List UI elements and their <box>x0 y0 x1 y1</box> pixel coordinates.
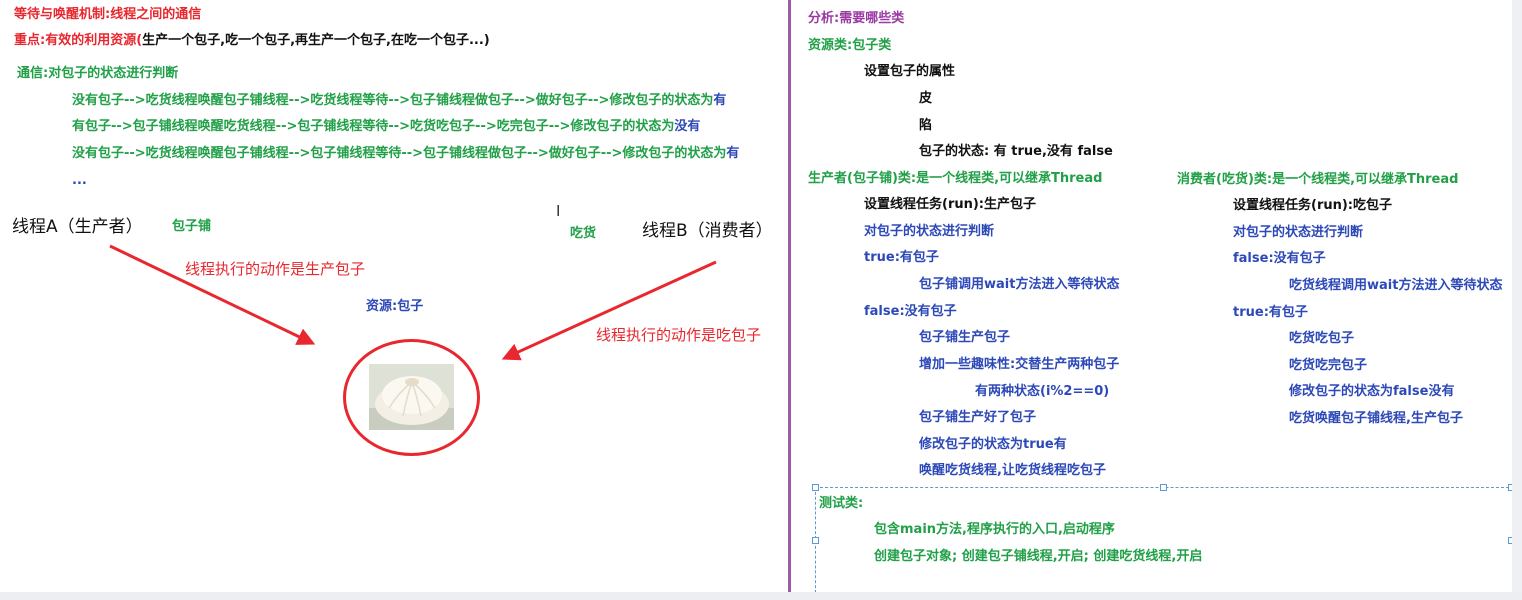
bun-state-false: false <box>1077 144 1113 159</box>
steamed-bun-image <box>369 364 454 430</box>
consumer-eat: 吃货吃包子 <box>1289 331 1355 346</box>
producer-wake: 唤醒吃货线程,让吃货线程吃包子 <box>919 463 1106 478</box>
consumer-wait: 吃货线程调用wait方法进入等待状态 <box>1289 278 1503 293</box>
skin-label: 皮 <box>919 91 933 106</box>
producer-task: 设置线程任务(run):生产包子 <box>864 197 1037 212</box>
producer-judge: 对包子的状态进行判断 <box>864 224 995 239</box>
filling-label: 陷 <box>919 118 933 133</box>
producer-make: 包子铺生产包子 <box>919 330 1011 345</box>
set-props-label: 设置包子的属性 <box>864 64 956 79</box>
producer-true-case: true:有包子 <box>864 250 939 265</box>
producer-set-true: 修改包子的状态为true有 <box>919 437 1067 452</box>
producer-done: 包子铺生产好了包子 <box>919 410 1037 425</box>
resize-handle-top-left[interactable] <box>812 484 819 491</box>
consumer-task: 设置线程任务(run):吃包子 <box>1233 198 1393 213</box>
bun-state-label: 包子的状态: 有 true,没有 false <box>919 144 1113 160</box>
test-class-textbox[interactable] <box>815 487 1514 593</box>
horizontal-scrollbar[interactable] <box>0 592 1522 600</box>
bun-state-prefix: 包子的状态: 有 <box>919 144 1012 159</box>
test-main-method: 包含main方法,程序执行的入口,启动程序 <box>874 522 1115 537</box>
arrow-layer <box>109 244 717 361</box>
producer-wait: 包子铺调用wait方法进入等待状态 <box>919 277 1120 292</box>
consumer-set-false: 修改包子的状态为false没有 <box>1289 384 1455 399</box>
producer-two-states: 有两种状态(i%2==0) <box>975 384 1110 399</box>
consumer-true-case: true:有包子 <box>1233 305 1308 320</box>
bun-state-mid: ,没有 <box>1041 144 1078 159</box>
bun-state-true: true <box>1011 144 1042 159</box>
producer-class-heading: 生产者(包子铺)类:是一个线程类,可以继承Thread <box>808 171 1103 186</box>
producer-arrow <box>109 244 316 345</box>
resize-handle-top-middle[interactable] <box>1160 484 1167 491</box>
test-create-objects: 创建包子对象; 创建包子铺线程,开启; 创建吃货线程,开启 <box>874 549 1203 564</box>
consumer-judge: 对包子的状态进行判断 <box>1233 225 1364 240</box>
consumer-false-case: false:没有包子 <box>1233 251 1326 266</box>
producer-fun: 增加一些趣味性:交替生产两种包子 <box>919 357 1120 372</box>
producer-false-case: false:没有包子 <box>864 304 957 319</box>
resize-handle-middle-left[interactable] <box>812 537 819 544</box>
consumer-arrow <box>501 260 717 361</box>
panel-divider <box>788 0 791 592</box>
consumer-done: 吃货吃完包子 <box>1289 358 1368 373</box>
test-class-heading: 测试类: <box>819 496 864 511</box>
analysis-heading: 分析:需要哪些类 <box>808 11 905 26</box>
consumer-wake: 吃货唤醒包子铺线程,生产包子 <box>1289 411 1463 426</box>
resource-class-heading: 资源类:包子类 <box>808 38 892 53</box>
vertical-scrollbar[interactable] <box>1512 0 1522 592</box>
consumer-class-heading: 消费者(吃货)类:是一个线程类,可以继承Thread <box>1177 172 1459 187</box>
